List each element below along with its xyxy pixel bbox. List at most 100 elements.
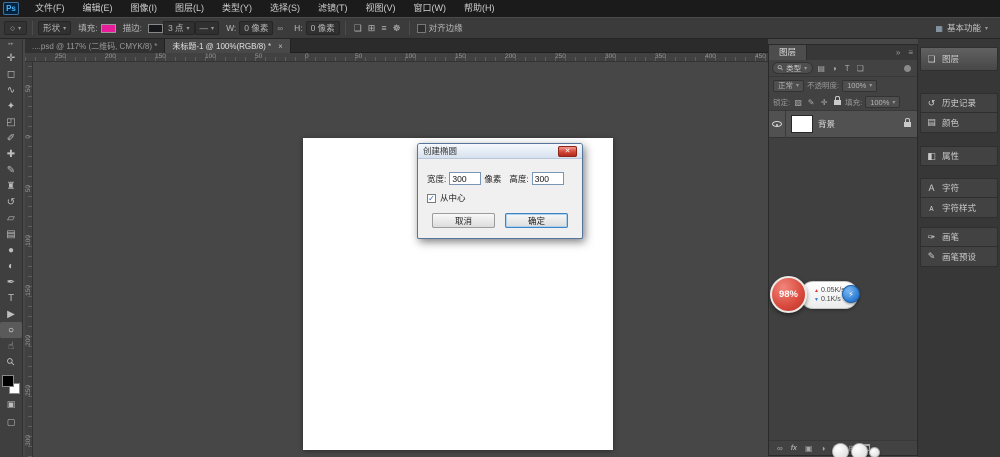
floating-dock-icon[interactable] <box>832 443 849 457</box>
clone-stamp-tool[interactable]: ♜ <box>0 178 22 194</box>
filter-type-layers-icon[interactable]: T <box>842 64 852 73</box>
layer-thumbnail[interactable] <box>791 115 813 133</box>
eyedropper-tool[interactable]: ✐ <box>0 130 22 146</box>
move-tool[interactable]: ✛ <box>0 50 22 66</box>
lock-position-icon[interactable]: ✛ <box>819 98 829 107</box>
layer-filter-type-select[interactable]: ⚲ 类型 ▾ <box>772 62 813 74</box>
document-tab-qrcode[interactable]: ....psd @ 117% (二维码, CMYK/8) * <box>25 39 165 53</box>
menu-image[interactable]: 图像(I) <box>122 0 167 17</box>
stroke-style-picker[interactable]: — ▾ <box>195 21 220 35</box>
blend-mode-select[interactable]: 正常 ▾ <box>773 80 804 92</box>
path-operations-icon[interactable]: ❏ <box>354 23 362 34</box>
rectangular-marquee-tool[interactable]: ◻ <box>0 66 22 82</box>
quick-mask-button[interactable]: ▣ <box>0 397 22 412</box>
dock-character[interactable]: A字符 <box>920 178 998 198</box>
tool-mode-select[interactable]: 形状 ▾ <box>38 21 71 35</box>
stroke-color-swatch[interactable] <box>148 24 163 33</box>
type-tool[interactable]: T <box>0 290 22 306</box>
shape-height-field[interactable]: 0 像素 <box>306 21 340 35</box>
dock-history[interactable]: ↺历史记录 <box>920 93 998 113</box>
dock-brush[interactable]: ✑画笔 <box>920 227 998 247</box>
foreground-color-swatch[interactable] <box>2 375 14 387</box>
floating-dock-icon[interactable] <box>851 443 868 457</box>
dialog-close-button[interactable]: ✕ <box>558 146 577 157</box>
width-field-label: 宽度: <box>427 173 446 185</box>
fill-color-swatch[interactable] <box>101 24 116 33</box>
adjustment-layer-icon[interactable]: ◑ <box>821 444 826 453</box>
pen-tool[interactable]: ✒ <box>0 274 22 290</box>
lock-all-icon[interactable] <box>832 98 842 107</box>
path-selection-tool[interactable]: ▶ <box>0 306 22 322</box>
menu-view[interactable]: 视图(V) <box>357 0 405 17</box>
shape-width-value: 0 像素 <box>244 22 268 34</box>
lock-image-pixels-icon[interactable]: ✎ <box>806 98 816 107</box>
shape-settings-gear-icon[interactable]: ☸ <box>393 23 401 34</box>
ellipse-width-input[interactable]: 300 <box>449 172 481 185</box>
filter-adjustment-layers-icon[interactable]: ◑ <box>829 64 839 73</box>
dodge-tool[interactable]: ◐ <box>0 258 22 274</box>
path-arrange-icon[interactable]: ≡ <box>381 23 386 33</box>
dialog-title: 创建椭圆 <box>423 145 457 157</box>
filter-toggle[interactable] <box>904 65 911 72</box>
dock-color[interactable]: ▤颜色 <box>920 113 998 133</box>
menu-select[interactable]: 选择(S) <box>261 0 309 17</box>
menu-filter[interactable]: 滤镜(T) <box>309 0 357 17</box>
menu-window[interactable]: 窗口(W) <box>405 0 456 17</box>
layer-row-background[interactable]: 背景 <box>769 111 917 138</box>
filter-pixel-layers-icon[interactable]: ▤ <box>816 64 826 73</box>
document-tab-untitled[interactable]: 未标题-1 @ 100%(RGB/8) *× <box>165 39 290 53</box>
layer-styles-icon[interactable]: fx <box>791 445 797 452</box>
menu-type[interactable]: 类型(Y) <box>213 0 261 17</box>
align-edges-checkbox[interactable] <box>417 24 426 33</box>
layers-panel-tab[interactable]: 图层 <box>769 45 807 60</box>
collapse-panel-icon[interactable]: » <box>892 48 904 57</box>
opacity-select[interactable]: 100% ▾ <box>842 80 877 92</box>
eraser-tool[interactable]: ▱ <box>0 210 22 226</box>
crop-tool[interactable]: ◰ <box>0 114 22 130</box>
dock-brush-presets[interactable]: ✎画笔预设 <box>920 247 998 267</box>
tool-preset-picker[interactable]: ○ ▾ <box>4 21 27 35</box>
menu-help[interactable]: 帮助(H) <box>455 0 504 17</box>
dock-character-styles[interactable]: ᴀ字符样式 <box>920 198 998 218</box>
ellipse-shape-tool[interactable]: ○ <box>0 322 22 338</box>
close-document-icon[interactable]: × <box>278 42 283 51</box>
dock-history-label: 历史记录 <box>942 97 976 109</box>
ellipse-height-input[interactable]: 300 <box>532 172 564 185</box>
menu-layer[interactable]: 图层(L) <box>166 0 213 17</box>
stroke-width-field[interactable]: 3 点 ▾ <box>163 21 195 35</box>
lasso-tool[interactable]: ∿ <box>0 82 22 98</box>
link-dimensions-icon[interactable]: ∞ <box>277 24 283 33</box>
path-alignment-icon[interactable]: ⊞ <box>368 23 376 34</box>
blur-tool[interactable]: ● <box>0 242 22 258</box>
options-bar: ○ ▾ 形状 ▾ 填充: 描边: 3 点 ▾ — ▾ W: 0 像素 ∞ H: … <box>0 17 1000 39</box>
brush-tool[interactable]: ✎ <box>0 162 22 178</box>
screen-mode-button[interactable]: ▢ <box>0 415 22 430</box>
dock-layers[interactable]: ❏图层 <box>920 47 998 71</box>
dock-properties[interactable]: ◧属性 <box>920 146 998 166</box>
network-speed-widget[interactable]: ▲ 0.05K/s ▼ 0.1K/s ⚡ 98% <box>770 276 862 316</box>
history-brush-tool[interactable]: ↺ <box>0 194 22 210</box>
dialog-titlebar[interactable]: 创建椭圆 ✕ <box>418 144 582 159</box>
speed-widget-button[interactable]: ⚡ <box>842 285 860 303</box>
filter-shape-layers-icon[interactable]: ❏ <box>855 64 865 73</box>
collapse-tools-icon[interactable]: ▸▸ <box>8 39 13 50</box>
cancel-button[interactable]: 取消 <box>432 213 495 228</box>
workspace-switcher[interactable]: ▦ 基本功能 ▾ <box>935 22 988 34</box>
lock-transparent-pixels-icon[interactable]: ▨ <box>793 98 803 107</box>
add-layer-mask-icon[interactable]: ▣ <box>805 444 813 453</box>
link-layers-icon[interactable]: ∞ <box>777 444 783 453</box>
menu-file[interactable]: 文件(F) <box>26 0 74 17</box>
ok-button[interactable]: 确定 <box>505 213 568 228</box>
fill-select[interactable]: 100% ▾ <box>865 96 900 108</box>
quick-selection-tool[interactable]: ✦ <box>0 98 22 114</box>
healing-brush-tool[interactable]: ✚ <box>0 146 22 162</box>
menu-edit[interactable]: 编辑(E) <box>74 0 122 17</box>
health-percent-badge[interactable]: 98% <box>770 276 807 313</box>
shape-width-field[interactable]: 0 像素 <box>239 21 273 35</box>
layer-name[interactable]: 背景 <box>818 118 904 130</box>
layer-visibility-toggle[interactable] <box>769 111 786 138</box>
panel-menu-icon[interactable]: ≡ <box>904 48 917 57</box>
from-center-checkbox[interactable]: ✓ <box>427 194 436 203</box>
floating-dock-icon[interactable] <box>869 447 880 457</box>
gradient-tool[interactable]: ▤ <box>0 226 22 242</box>
